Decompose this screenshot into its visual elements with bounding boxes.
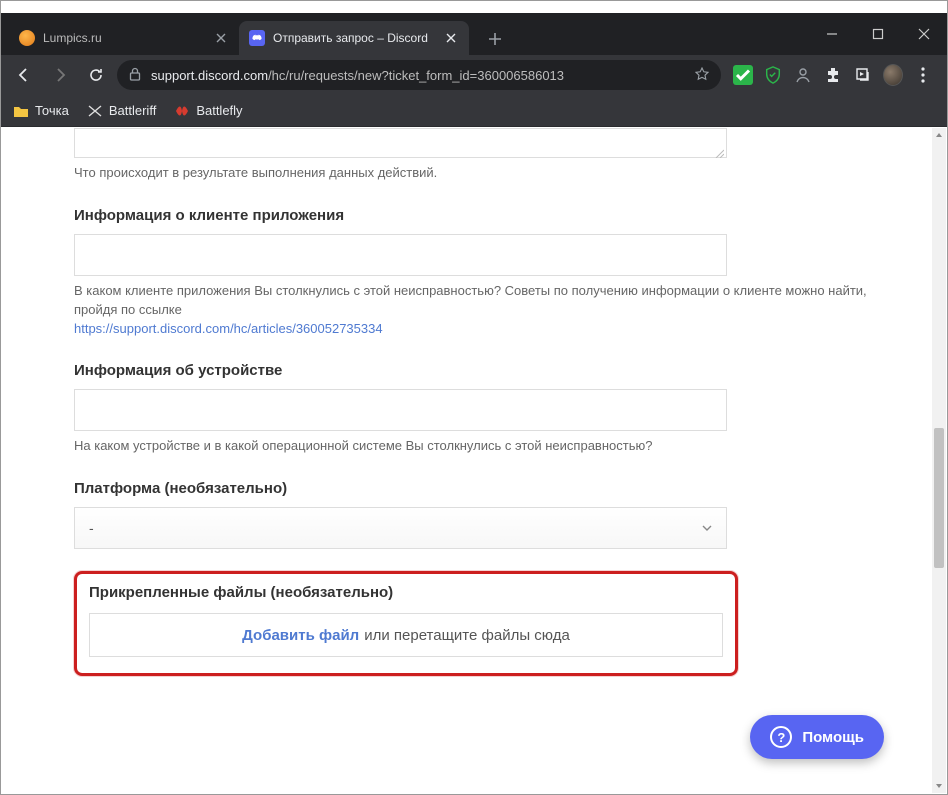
dropzone-text: или перетащите файлы сюда <box>364 627 570 644</box>
reload-button[interactable] <box>81 60 111 90</box>
bookmark-tochka[interactable]: Точка <box>13 103 69 119</box>
lock-icon <box>129 67 141 84</box>
close-icon[interactable] <box>443 30 459 46</box>
folder-icon <box>13 103 29 119</box>
address-bar[interactable]: support.discord.com/hc/ru/requests/new?t… <box>117 60 721 90</box>
attachments-highlight: Прикрепленные файлы (необязательно) Доба… <box>74 571 738 676</box>
result-help-text: Что происходит в результате выполнения д… <box>74 164 908 183</box>
new-tab-button[interactable] <box>481 25 509 53</box>
bookmark-label: Точка <box>35 103 69 118</box>
resize-handle-icon[interactable] <box>714 145 724 155</box>
vertical-scrollbar[interactable] <box>932 128 946 793</box>
extension-checkmark-icon[interactable] <box>733 65 753 85</box>
bookmarks-bar: Точка Battleriff Battlefly <box>1 95 947 127</box>
platform-value: - <box>89 520 94 536</box>
avatar[interactable] <box>883 65 903 85</box>
client-info-input[interactable] <box>74 234 727 276</box>
tab-discord-request[interactable]: Отправить запрос – Discord <box>239 21 469 55</box>
attachments-label: Прикрепленные файлы (необязательно) <box>89 584 723 601</box>
tab-title: Отправить запрос – Discord <box>273 31 435 45</box>
media-icon[interactable] <box>853 65 873 85</box>
scroll-down-icon[interactable] <box>932 779 946 793</box>
client-help-link[interactable]: https://support.discord.com/hc/articles/… <box>74 321 383 336</box>
device-info-label: Информация об устройстве <box>74 362 908 379</box>
bookmark-battlefly[interactable]: Battlefly <box>174 103 242 119</box>
browser-toolbar: support.discord.com/hc/ru/requests/new?t… <box>1 55 947 95</box>
forward-button[interactable] <box>45 60 75 90</box>
close-window-button[interactable] <box>901 13 947 55</box>
help-widget-label: Помощь <box>802 729 864 746</box>
close-icon[interactable] <box>213 30 229 46</box>
tab-strip: Lumpics.ru Отправить запрос – Discord <box>1 13 947 55</box>
window-controls <box>809 13 947 55</box>
maximize-button[interactable] <box>855 13 901 55</box>
menu-icon[interactable] <box>913 65 933 85</box>
help-widget-button[interactable]: ? Помощь <box>750 715 884 759</box>
extensions-icon[interactable] <box>823 65 843 85</box>
page-viewport: Что происходит в результате выполнения д… <box>2 128 932 793</box>
minimize-button[interactable] <box>809 13 855 55</box>
chevron-down-icon <box>702 520 712 536</box>
tab-lumpics[interactable]: Lumpics.ru <box>9 21 239 55</box>
device-info-help: На каком устройстве и в какой операционн… <box>74 437 908 456</box>
attachments-dropzone[interactable]: Добавить файл или перетащите файлы сюда <box>89 613 723 657</box>
battlefly-icon <box>174 103 190 119</box>
discord-favicon <box>249 30 265 46</box>
bookmark-label: Battlefly <box>196 103 242 118</box>
back-button[interactable] <box>9 60 39 90</box>
scrollbar-thumb[interactable] <box>934 428 944 568</box>
shield-icon[interactable] <box>763 65 783 85</box>
tab-title: Lumpics.ru <box>43 31 205 45</box>
client-info-help: В каком клиенте приложения Вы столкнулис… <box>74 282 908 339</box>
battleriff-icon <box>87 103 103 119</box>
platform-select[interactable]: - <box>74 507 727 549</box>
scroll-up-icon[interactable] <box>932 128 946 142</box>
device-info-input[interactable] <box>74 389 727 431</box>
client-info-label: Информация о клиенте приложения <box>74 207 908 224</box>
bookmark-star-icon[interactable] <box>695 67 709 84</box>
result-textarea[interactable] <box>74 128 727 158</box>
lumpics-favicon <box>19 30 35 46</box>
bookmark-battleriff[interactable]: Battleriff <box>87 103 156 119</box>
add-file-link[interactable]: Добавить файл <box>242 627 359 644</box>
question-icon: ? <box>770 726 792 748</box>
url-text: support.discord.com/hc/ru/requests/new?t… <box>151 68 685 83</box>
toolbar-right-icons <box>727 65 939 85</box>
profile-icon[interactable] <box>793 65 813 85</box>
platform-label: Платформа (необязательно) <box>74 480 908 497</box>
bookmark-label: Battleriff <box>109 103 156 118</box>
